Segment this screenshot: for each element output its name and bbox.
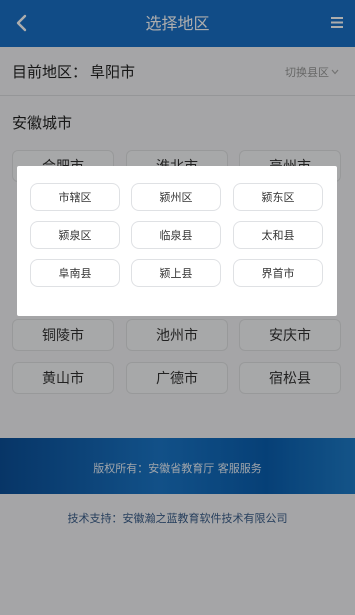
district-option[interactable]: 临泉县 bbox=[131, 221, 221, 249]
district-option[interactable]: 颍上县 bbox=[131, 259, 221, 287]
district-option[interactable]: 颍州区 bbox=[131, 183, 221, 211]
district-option[interactable]: 市辖区 bbox=[30, 183, 120, 211]
district-option[interactable]: 太和县 bbox=[233, 221, 323, 249]
district-picker-modal: 市辖区 颍州区 颍东区 颍泉区 临泉县 太和县 阜南县 颍上县 界首市 bbox=[17, 166, 337, 316]
district-option[interactable]: 界首市 bbox=[233, 259, 323, 287]
district-option[interactable]: 颍东区 bbox=[233, 183, 323, 211]
district-option[interactable]: 颍泉区 bbox=[30, 221, 120, 249]
district-option[interactable]: 阜南县 bbox=[30, 259, 120, 287]
